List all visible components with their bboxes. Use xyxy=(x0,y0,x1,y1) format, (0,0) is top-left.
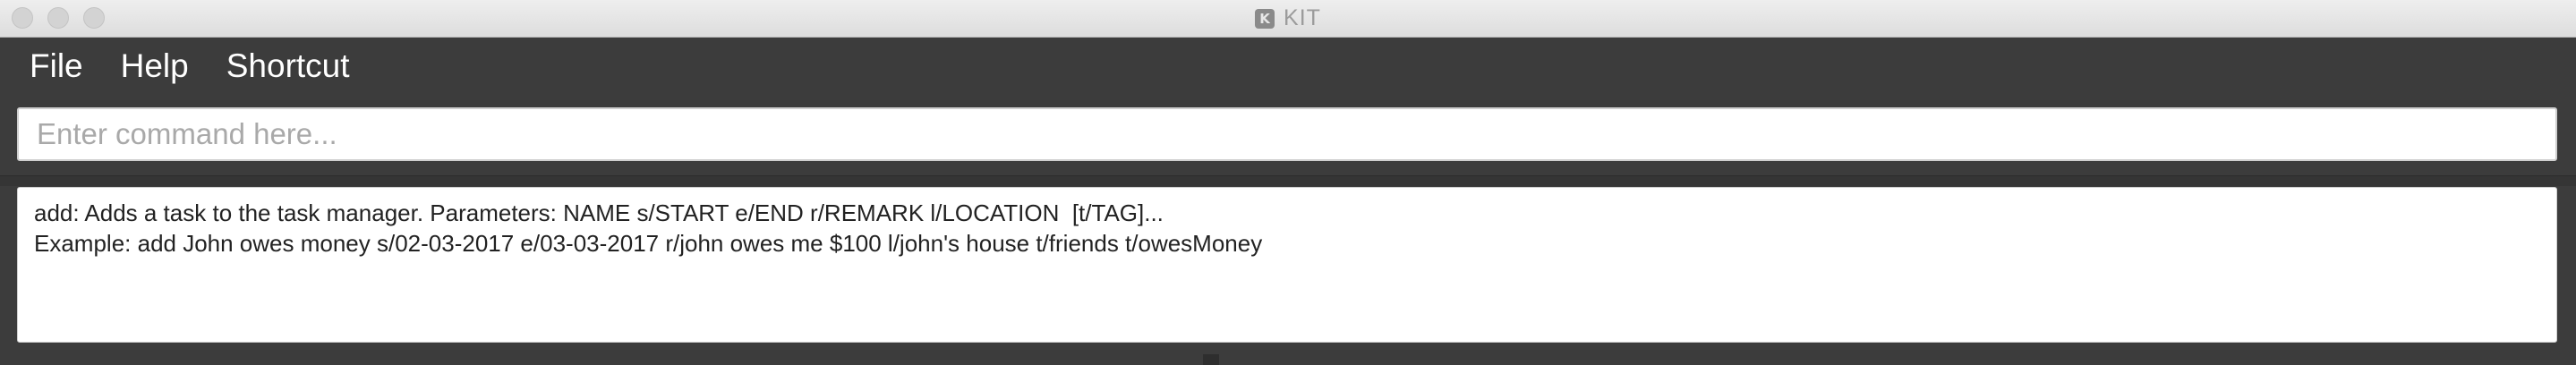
result-display-panel: add: Adds a task to the task manager. Pa… xyxy=(0,186,2576,365)
result-example-line: Example: add John owes money s/02-03-201… xyxy=(34,230,1263,257)
command-input[interactable] xyxy=(17,107,2557,161)
menu-bar: File Help Shortcut xyxy=(0,38,2576,95)
result-usage-line: add: Adds a task to the task manager. Pa… xyxy=(34,199,1164,226)
resize-handle[interactable] xyxy=(1203,354,1219,365)
window-title-group: K KIT xyxy=(0,0,2576,37)
title-bar[interactable]: K KIT xyxy=(0,0,2576,38)
menu-help[interactable]: Help xyxy=(102,38,208,95)
app-window: K KIT File Help Shortcut add: Adds a tas… xyxy=(0,0,2576,365)
app-icon: K xyxy=(1255,8,1275,29)
menu-shortcut[interactable]: Shortcut xyxy=(208,38,369,95)
window-title: KIT xyxy=(1284,5,1321,30)
result-display[interactable]: add: Adds a task to the task manager. Pa… xyxy=(17,187,2557,343)
command-box-panel xyxy=(0,95,2576,175)
menu-file[interactable]: File xyxy=(0,38,102,95)
